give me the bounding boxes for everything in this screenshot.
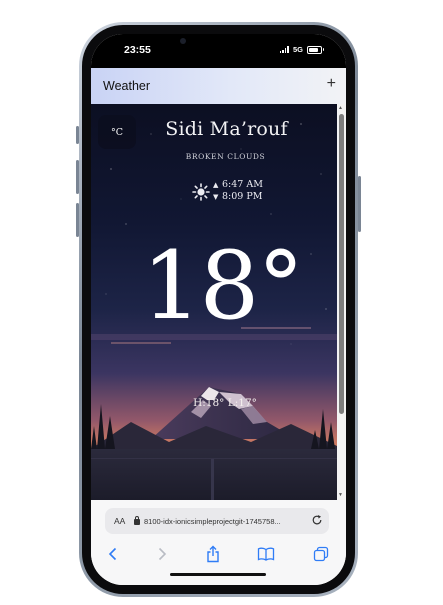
page-title: Weather: [103, 79, 151, 93]
arrow-down-icon: ▼: [213, 193, 219, 201]
status-time: 23:55: [124, 44, 151, 56]
network-label: 5G: [292, 45, 303, 54]
reload-icon[interactable]: [311, 514, 323, 526]
address-bar[interactable]: AA 8100-idx-ionicsimpleprojectgit-174575…: [105, 508, 329, 534]
scroll-down-arrow-icon[interactable]: ▼: [338, 492, 343, 498]
status-bar: 23:55 5G: [91, 34, 346, 68]
chevron-left-icon: [108, 547, 117, 561]
tabs-button[interactable]: [311, 544, 331, 564]
text-size-button[interactable]: AA: [114, 516, 134, 526]
scrollbar-thumb[interactable]: [339, 114, 344, 414]
app-header: Weather +: [91, 68, 346, 104]
weather-condition: BROKEN CLOUDS: [185, 152, 266, 161]
sunrise-row: ▲ 6:47 AM: [213, 179, 263, 190]
sun-icon: [192, 183, 210, 201]
sun-times: ▲ 6:47 AM ▼ 8:09 PM: [192, 179, 282, 209]
sunset-time: 8:09 PM: [222, 191, 263, 202]
side-button-volume-down: [76, 203, 79, 237]
weather-content[interactable]: °C Sidi Ma’rouf BROKEN CLOUDS ▲ 6:47 AM ▼…: [91, 104, 337, 500]
share-icon: [207, 545, 219, 563]
side-button-volume-up: [76, 160, 79, 194]
phone-screen: 23:55 5G Weather + °C Sidi Ma’rouf BROKE…: [91, 34, 346, 585]
tabs-icon: [313, 546, 329, 562]
front-camera: [180, 38, 186, 44]
lock-icon: [134, 515, 140, 525]
side-button-silent: [76, 126, 79, 144]
city-name: Sidi Ma’rouf: [165, 118, 288, 140]
sunrise-time: 6:47 AM: [222, 179, 263, 190]
status-indicators: 5G: [279, 45, 324, 54]
url-text[interactable]: 8100-idx-ionicsimpleprojectgit-1745758..…: [144, 517, 304, 526]
browser-toolbar: [91, 540, 346, 568]
book-icon: [257, 547, 275, 561]
battery-icon: [307, 45, 324, 54]
bookmarks-button[interactable]: [256, 544, 276, 564]
arrow-up-icon: ▲: [213, 181, 219, 189]
browser-bar: AA 8100-idx-ionicsimpleprojectgit-174575…: [91, 500, 346, 585]
signal-icon: [279, 46, 289, 53]
home-indicator[interactable]: [170, 573, 266, 576]
back-button[interactable]: [103, 544, 123, 564]
scroll-up-arrow-icon[interactable]: ▲: [338, 105, 343, 111]
add-city-button[interactable]: +: [327, 76, 336, 92]
current-temperature: 18°: [141, 232, 305, 341]
scrollbar[interactable]: ▲ ▼: [337, 104, 346, 500]
side-button-power: [358, 176, 361, 232]
forward-button[interactable]: [152, 544, 172, 564]
chevron-right-icon: [158, 547, 167, 561]
share-button[interactable]: [203, 544, 223, 564]
sunset-row: ▼ 8:09 PM: [213, 191, 262, 202]
high-low-temperature: H:18° L:17°: [193, 397, 257, 409]
